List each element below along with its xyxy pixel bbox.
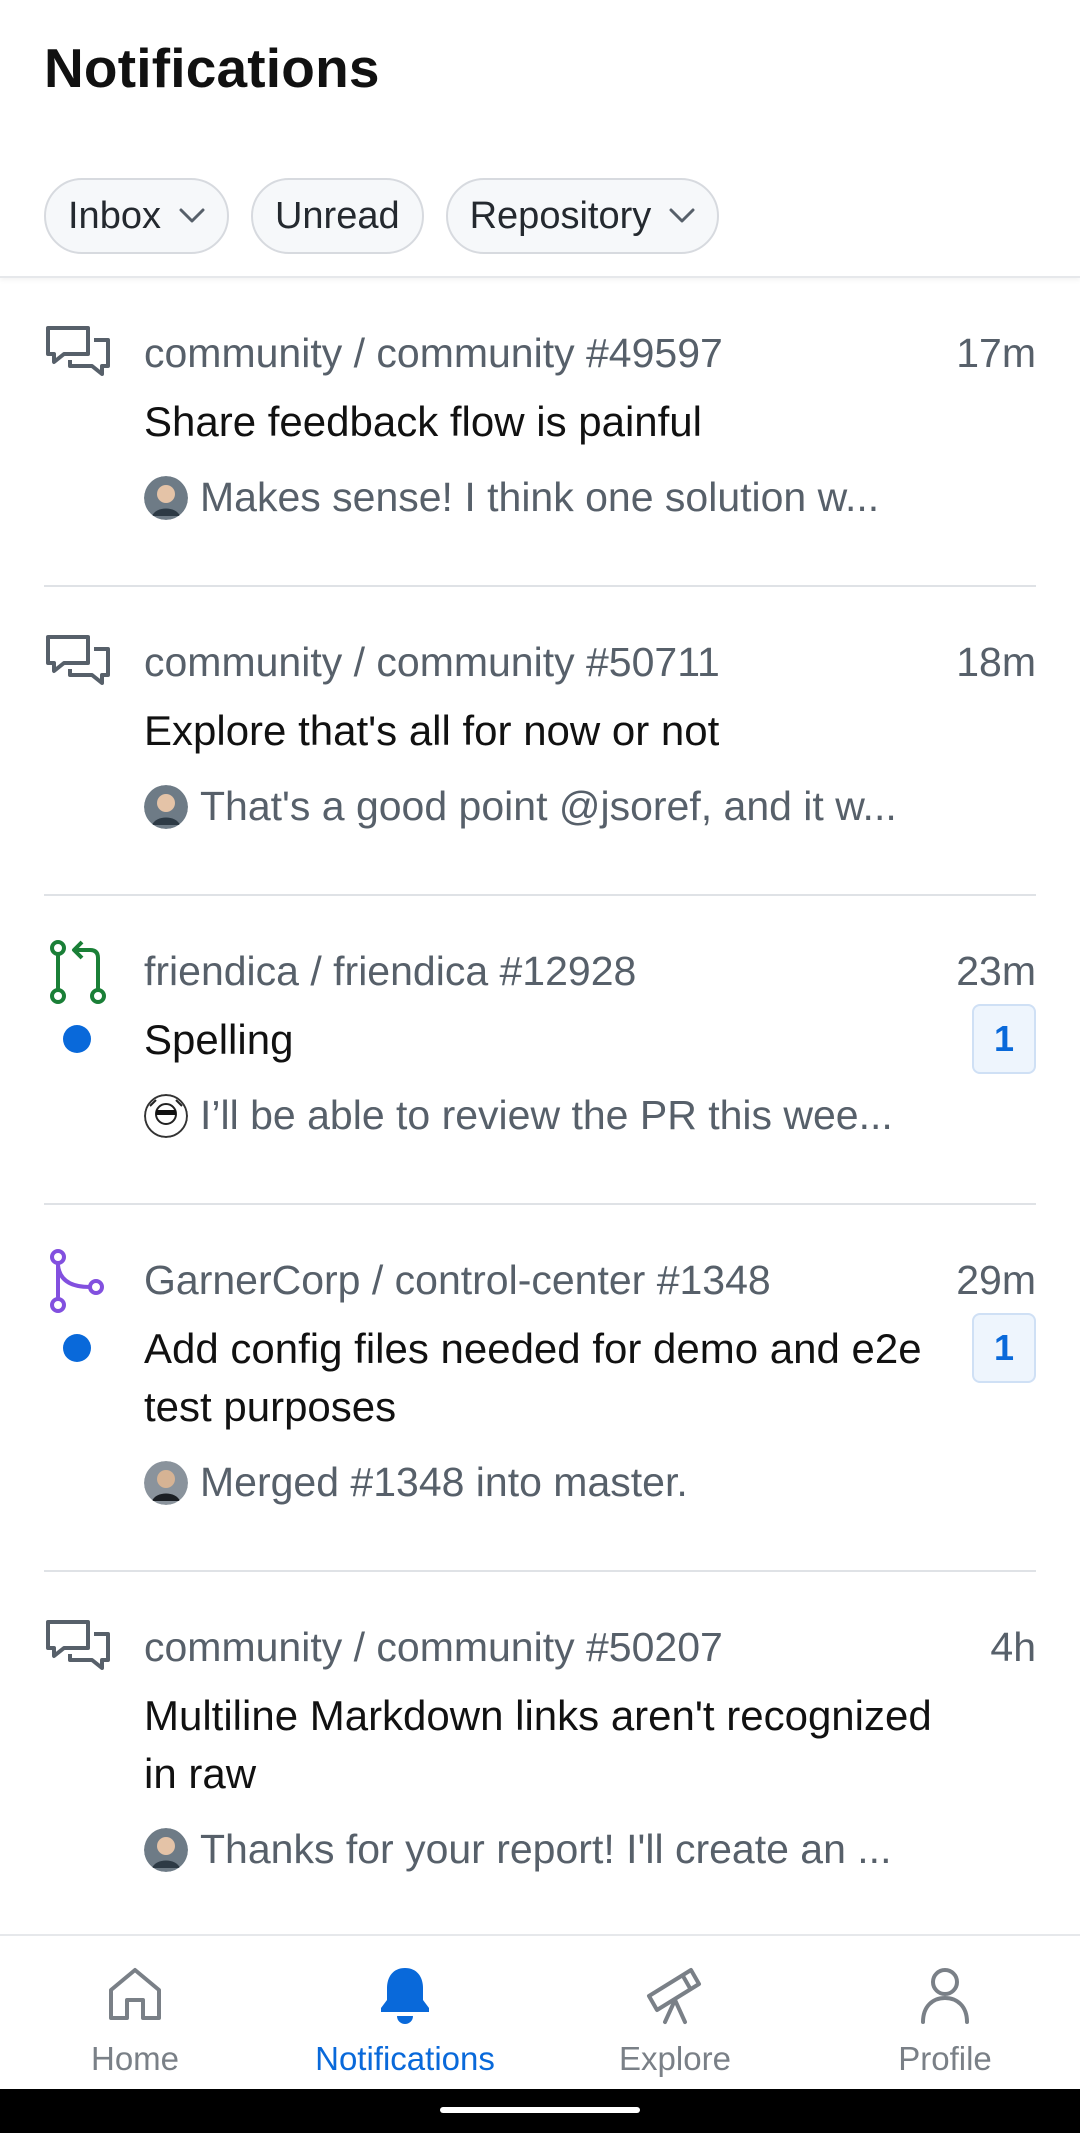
chevron-down-icon (669, 208, 695, 223)
pull-request-icon (50, 940, 106, 1004)
preview-text: Makes sense! I think one solution w... (200, 474, 880, 520)
preview-text: Thanks for your report! I'll create an .… (200, 1826, 892, 1872)
notification-title: Share feedback flow is painful (144, 398, 702, 445)
home-indicator[interactable] (440, 2107, 640, 2113)
page-title: Notifications (44, 37, 380, 99)
bottom-tab-bar: Home Notifications Explore Profile (0, 1934, 1080, 2089)
timestamp: 17m (956, 330, 1036, 376)
notification-preview: I’ll be able to review the PR this wee..… (144, 1092, 893, 1139)
bell-icon (381, 1968, 429, 2024)
tab-home-label: Home (90, 2040, 180, 2077)
tab-notifications[interactable]: Notifications (270, 1936, 540, 2091)
person-icon (921, 1968, 969, 2024)
inbox-filter-label: Inbox (68, 194, 161, 237)
notification-title: Multiline Markdown links aren't recogniz… (144, 1692, 932, 1797)
notification-title: Spelling (144, 1016, 294, 1063)
tab-explore-label: Explore (619, 2040, 731, 2077)
notification-preview: That's a good point @jsoref, and it w... (144, 783, 897, 830)
repository-filter-chip[interactable]: Repository (445, 178, 720, 254)
tab-explore[interactable]: Explore (540, 1936, 810, 2091)
merged-pr-icon (50, 1249, 104, 1313)
count-badge: 1 (972, 1004, 1036, 1074)
discussion-icon (46, 635, 110, 685)
inbox-filter-chip[interactable]: Inbox (44, 178, 229, 254)
divider (44, 585, 1036, 587)
unread-filter-chip[interactable]: Unread (250, 178, 424, 254)
preview-text: I’ll be able to review the PR this wee..… (200, 1092, 893, 1138)
divider (44, 1203, 1036, 1205)
notification-title: Explore that's all for now or not (144, 707, 720, 754)
preview-text: That's a good point @jsoref, and it w... (200, 783, 897, 829)
avatar (144, 784, 188, 829)
repo-label: community / community #49597 (144, 330, 723, 376)
header: Notifications Inbox Unread Repository (0, 0, 1080, 278)
timestamp: 4h (990, 1624, 1036, 1670)
repo-label: community / community #50711 (144, 639, 720, 685)
tab-notifications-label: Notifications (315, 2040, 495, 2077)
notification-preview: Merged #1348 into master. (144, 1459, 688, 1506)
timestamp: 29m (956, 1257, 1036, 1303)
notification-preview: Makes sense! I think one solution w... (144, 474, 879, 521)
avatar (144, 475, 188, 520)
avatar (144, 1093, 188, 1138)
repo-label: GarnerCorp / control-center #1348 (144, 1257, 771, 1303)
chevron-down-icon (179, 208, 205, 223)
divider (44, 894, 1036, 896)
repository-filter-label: Repository (469, 194, 652, 237)
discussion-icon (46, 326, 110, 376)
tab-profile-label: Profile (898, 2040, 992, 2077)
timestamp: 23m (956, 948, 1036, 994)
timestamp: 18m (956, 639, 1036, 685)
repo-label: community / community #50207 (144, 1624, 723, 1670)
tab-profile[interactable]: Profile (810, 1936, 1080, 2091)
discussion-icon (46, 1620, 110, 1670)
unread-indicator (63, 1025, 91, 1053)
notification-title: Add config files needed for demo and e2e… (144, 1325, 922, 1430)
unread-filter-label: Unread (274, 194, 400, 237)
system-navigation-bar (0, 2089, 1080, 2133)
home-icon (109, 1968, 161, 2020)
tab-home[interactable]: Home (0, 1936, 270, 2091)
avatar (144, 1827, 188, 1872)
repo-label: friendica / friendica #12928 (144, 948, 637, 994)
notification-preview: Thanks for your report! I'll create an .… (144, 1826, 891, 1873)
filter-bar: Inbox Unread Repository (44, 178, 720, 254)
preview-text: Merged #1348 into master. (200, 1459, 688, 1505)
count-badge: 1 (972, 1313, 1036, 1383)
unread-indicator (63, 1334, 91, 1362)
divider (44, 1570, 1036, 1572)
avatar (144, 1460, 188, 1505)
telescope-icon (647, 1968, 701, 2024)
